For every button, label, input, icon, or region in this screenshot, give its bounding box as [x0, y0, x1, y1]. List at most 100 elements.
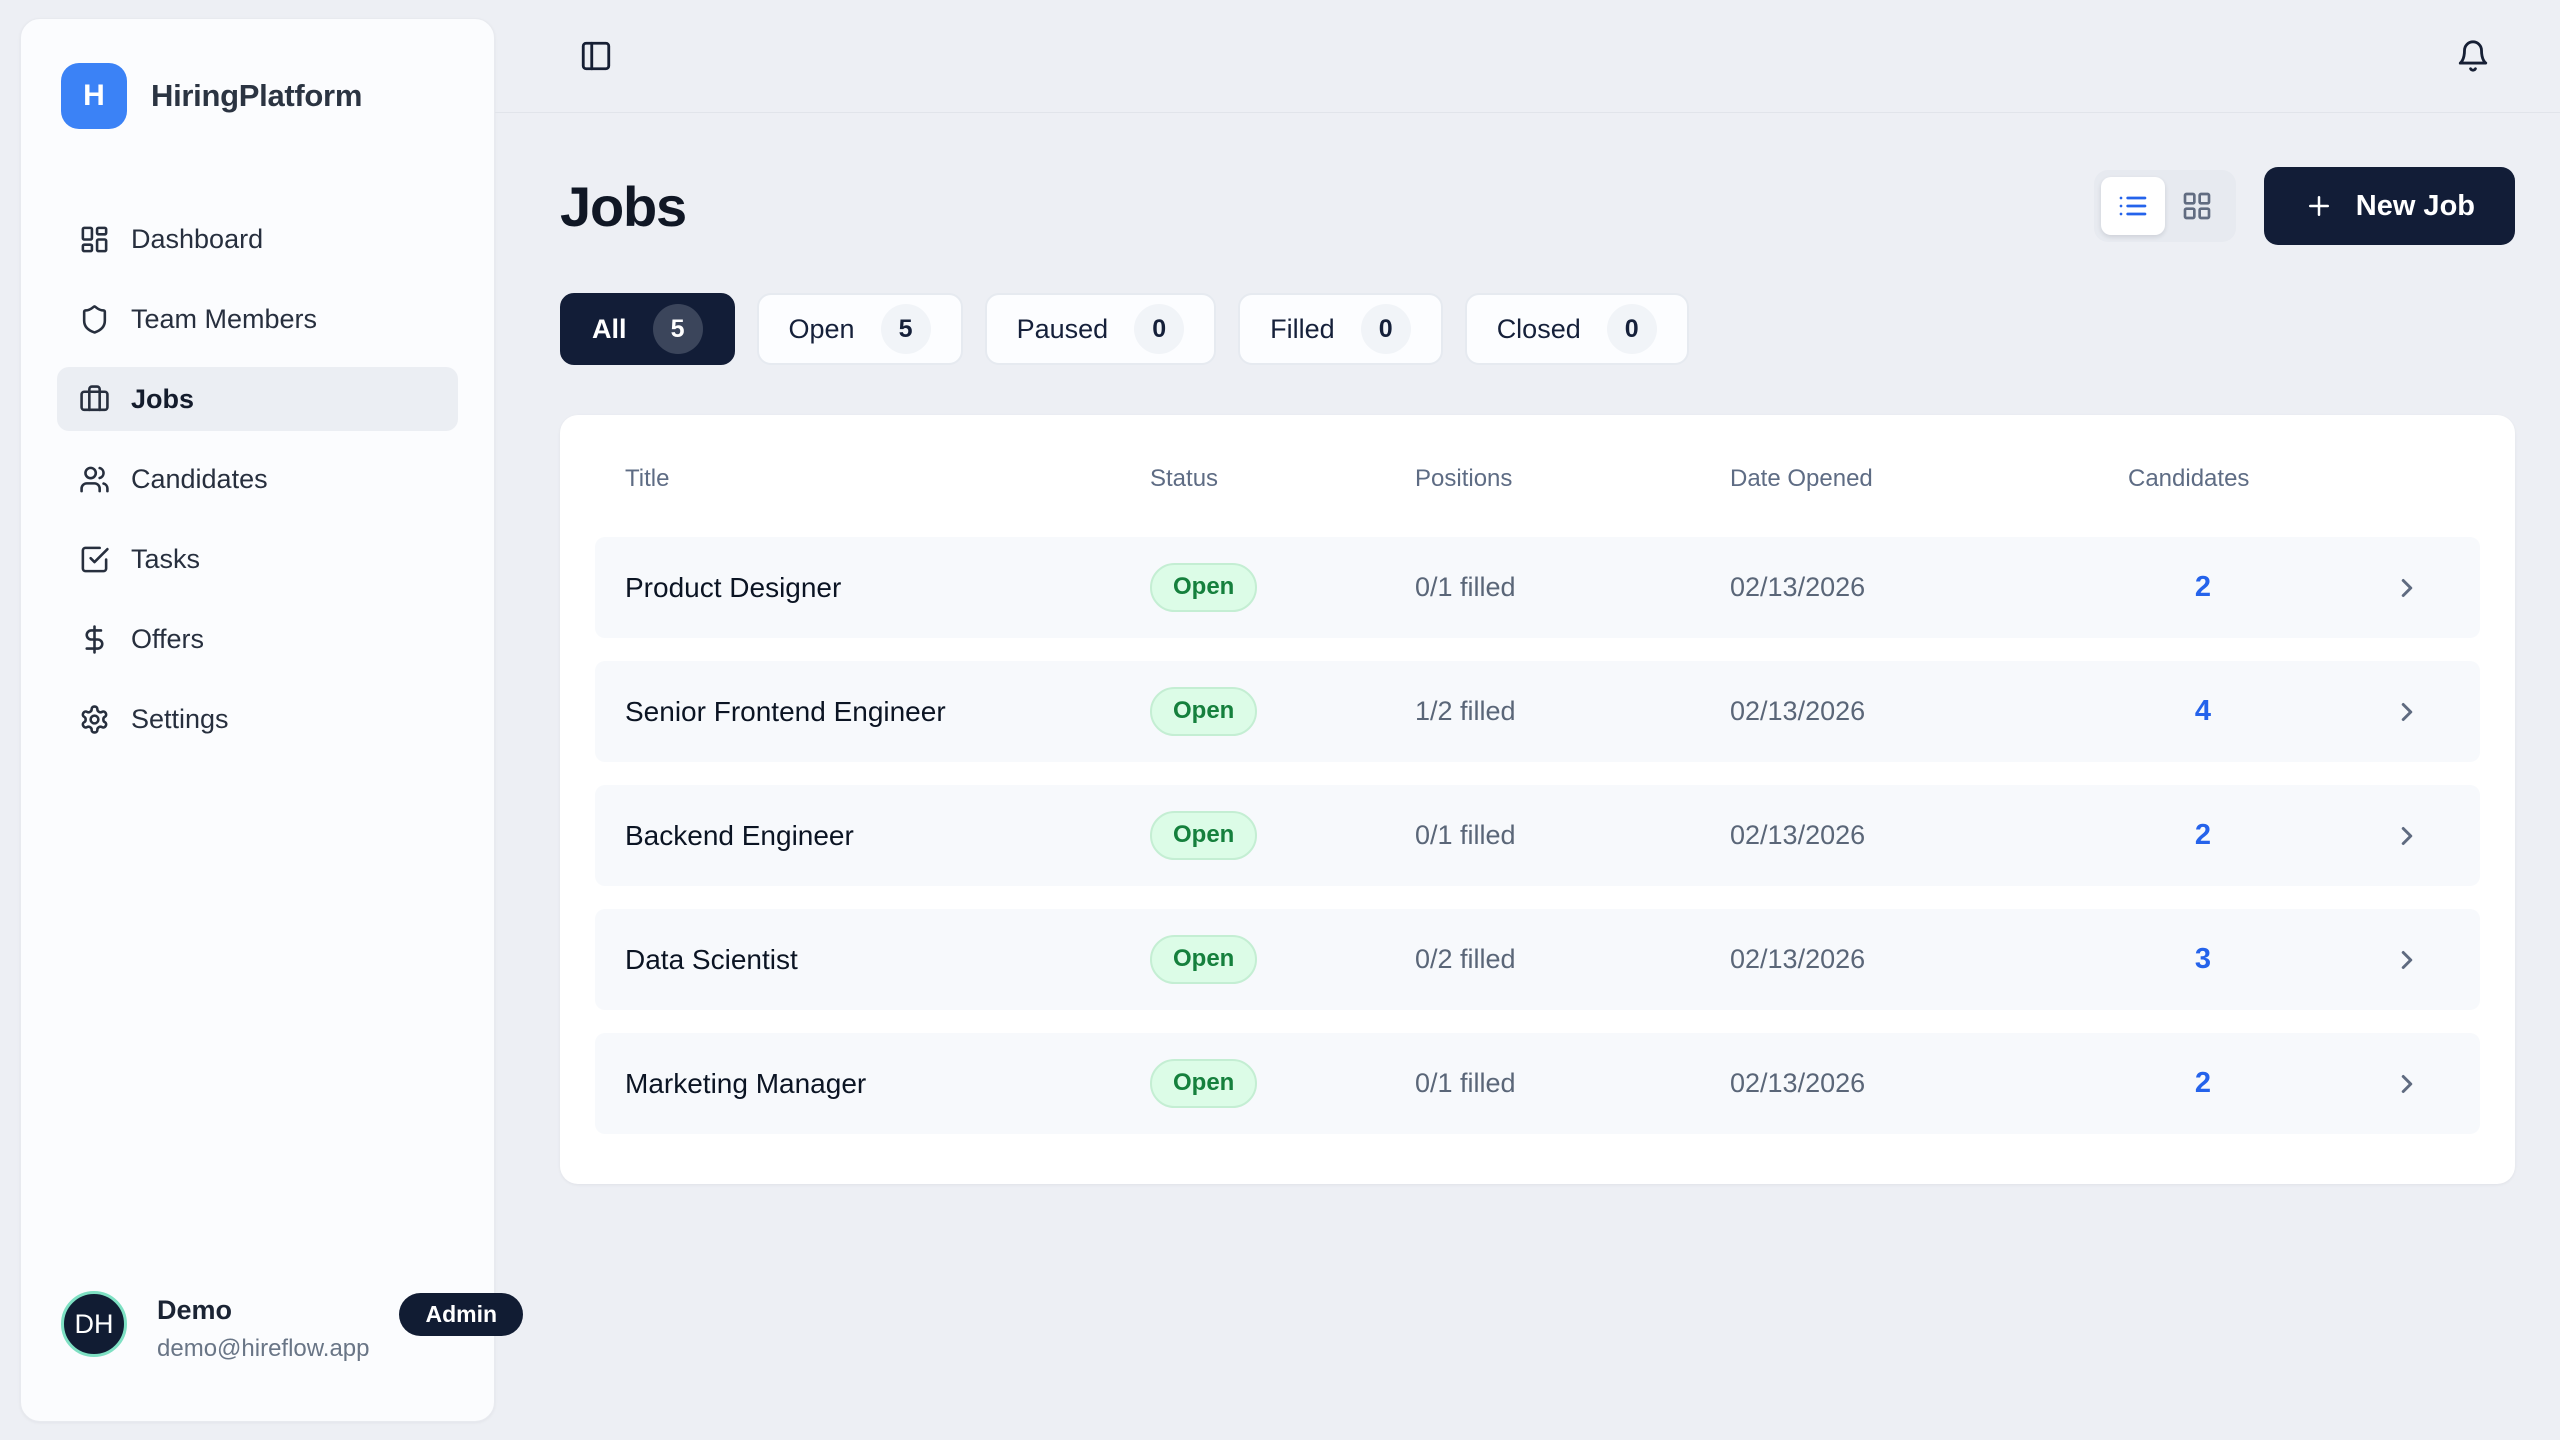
brand-name: HiringPlatform	[151, 78, 362, 114]
user-name: Demo	[157, 1295, 369, 1326]
brand-logo-letter: H	[83, 79, 105, 113]
briefcase-icon	[79, 384, 110, 415]
column-header-status: Status	[1150, 465, 1415, 493]
tab-label: Paused	[1017, 314, 1109, 345]
candidates-count[interactable]: 4	[2128, 695, 2278, 728]
tab-label: Closed	[1497, 314, 1581, 345]
user-profile[interactable]: DH Demo demo@hireflow.app Admin	[61, 1291, 454, 1363]
positions-cell: 0/1 filled	[1415, 820, 1730, 851]
sidebar-item-label: Jobs	[131, 384, 194, 415]
candidates-count[interactable]: 2	[2128, 571, 2278, 604]
table-row[interactable]: Backend Engineer Open 0/1 filled 02/13/2…	[595, 785, 2480, 886]
notifications-button[interactable]	[2452, 35, 2494, 77]
tab-all[interactable]: All 5	[560, 293, 735, 365]
date-opened-cell: 02/13/2026	[1730, 820, 2128, 851]
page-header: Jobs	[560, 167, 2515, 245]
tab-label: All	[592, 314, 627, 345]
tab-paused[interactable]: Paused 0	[985, 293, 1217, 365]
tab-count-badge: 5	[653, 304, 703, 354]
positions-cell: 0/1 filled	[1415, 1068, 1730, 1099]
brand-header: H HiringPlatform	[21, 19, 494, 129]
new-job-button[interactable]: New Job	[2264, 167, 2515, 245]
user-info: Demo demo@hireflow.app	[157, 1291, 369, 1363]
grid-icon	[2181, 190, 2213, 222]
plus-icon	[2304, 191, 2334, 221]
job-title: Marketing Manager	[625, 1068, 1150, 1100]
positions-cell: 0/2 filled	[1415, 944, 1730, 975]
sidebar-item-offers[interactable]: Offers	[57, 607, 458, 671]
tab-count-badge: 0	[1134, 304, 1184, 354]
sidebar-nav: Dashboard Team Members Jobs Candidates T…	[21, 207, 494, 751]
sidebar-item-team-members[interactable]: Team Members	[57, 287, 458, 351]
tab-filled[interactable]: Filled 0	[1238, 293, 1443, 365]
column-header-title: Title	[625, 465, 1150, 493]
new-job-label: New Job	[2356, 190, 2475, 223]
job-title: Backend Engineer	[625, 820, 1150, 852]
grid-view-button[interactable]	[2165, 177, 2229, 235]
sidebar-item-label: Candidates	[131, 464, 268, 495]
chevron-right-icon[interactable]	[2390, 573, 2422, 603]
sidebar-item-jobs[interactable]: Jobs	[57, 367, 458, 431]
user-email: demo@hireflow.app	[157, 1335, 369, 1363]
brand-logo: H	[61, 63, 127, 129]
dashboard-icon	[79, 224, 110, 255]
bell-icon	[2456, 39, 2490, 73]
chevron-right-icon[interactable]	[2390, 697, 2422, 727]
panel-left-icon	[579, 39, 613, 73]
column-header-date-opened: Date Opened	[1730, 465, 2128, 493]
view-mode-toggle	[2094, 170, 2236, 242]
candidates-count[interactable]: 3	[2128, 943, 2278, 976]
positions-cell: 0/1 filled	[1415, 572, 1730, 603]
sidebar-item-label: Offers	[131, 624, 204, 655]
table-header-row: Title Status Positions Date Opened Candi…	[595, 465, 2480, 493]
sidebar-item-settings[interactable]: Settings	[57, 687, 458, 751]
sidebar-item-label: Settings	[131, 704, 229, 735]
chevron-right-icon[interactable]	[2390, 1069, 2422, 1099]
sidebar: H HiringPlatform Dashboard Team Members …	[20, 18, 495, 1422]
candidates-count[interactable]: 2	[2128, 819, 2278, 852]
date-opened-cell: 02/13/2026	[1730, 696, 2128, 727]
status-badge: Open	[1150, 1059, 1257, 1107]
status-badge: Open	[1150, 811, 1257, 859]
tab-count-badge: 5	[881, 304, 931, 354]
jobs-table-card: Title Status Positions Date Opened Candi…	[560, 415, 2515, 1184]
content: Jobs	[495, 167, 2560, 1184]
sidebar-toggle-button[interactable]	[575, 35, 617, 77]
avatar: DH	[61, 1291, 127, 1357]
main-area: Jobs	[495, 0, 2560, 1440]
status-filter-tabs: All 5 Open 5 Paused 0 Filled 0 Closed 0	[560, 293, 2515, 365]
avatar-initials: DH	[75, 1309, 114, 1340]
candidates-count[interactable]: 2	[2128, 1067, 2278, 1100]
job-title: Product Designer	[625, 572, 1150, 604]
job-title: Data Scientist	[625, 944, 1150, 976]
table-row[interactable]: Marketing Manager Open 0/1 filled 02/13/…	[595, 1033, 2480, 1134]
tab-closed[interactable]: Closed 0	[1465, 293, 1689, 365]
tab-open[interactable]: Open 5	[757, 293, 963, 365]
sidebar-item-label: Team Members	[131, 304, 317, 335]
date-opened-cell: 02/13/2026	[1730, 944, 2128, 975]
gear-icon	[79, 704, 110, 735]
dollar-icon	[79, 624, 110, 655]
job-title: Senior Frontend Engineer	[625, 696, 1150, 728]
table-row[interactable]: Senior Frontend Engineer Open 1/2 filled…	[595, 661, 2480, 762]
status-badge: Open	[1150, 563, 1257, 611]
sidebar-item-label: Dashboard	[131, 224, 263, 255]
table-row[interactable]: Data Scientist Open 0/2 filled 02/13/202…	[595, 909, 2480, 1010]
sidebar-item-tasks[interactable]: Tasks	[57, 527, 458, 591]
status-badge: Open	[1150, 687, 1257, 735]
chevron-right-icon[interactable]	[2390, 945, 2422, 975]
shield-icon	[79, 304, 110, 335]
sidebar-item-dashboard[interactable]: Dashboard	[57, 207, 458, 271]
list-view-button[interactable]	[2101, 177, 2165, 235]
date-opened-cell: 02/13/2026	[1730, 1068, 2128, 1099]
status-badge: Open	[1150, 935, 1257, 983]
chevron-right-icon[interactable]	[2390, 821, 2422, 851]
list-icon	[2117, 190, 2149, 222]
check-square-icon	[79, 544, 110, 575]
header-actions: New Job	[2094, 167, 2515, 245]
table-body: Product Designer Open 0/1 filled 02/13/2…	[595, 537, 2480, 1134]
sidebar-item-candidates[interactable]: Candidates	[57, 447, 458, 511]
tab-label: Open	[789, 314, 855, 345]
date-opened-cell: 02/13/2026	[1730, 572, 2128, 603]
table-row[interactable]: Product Designer Open 0/1 filled 02/13/2…	[595, 537, 2480, 638]
